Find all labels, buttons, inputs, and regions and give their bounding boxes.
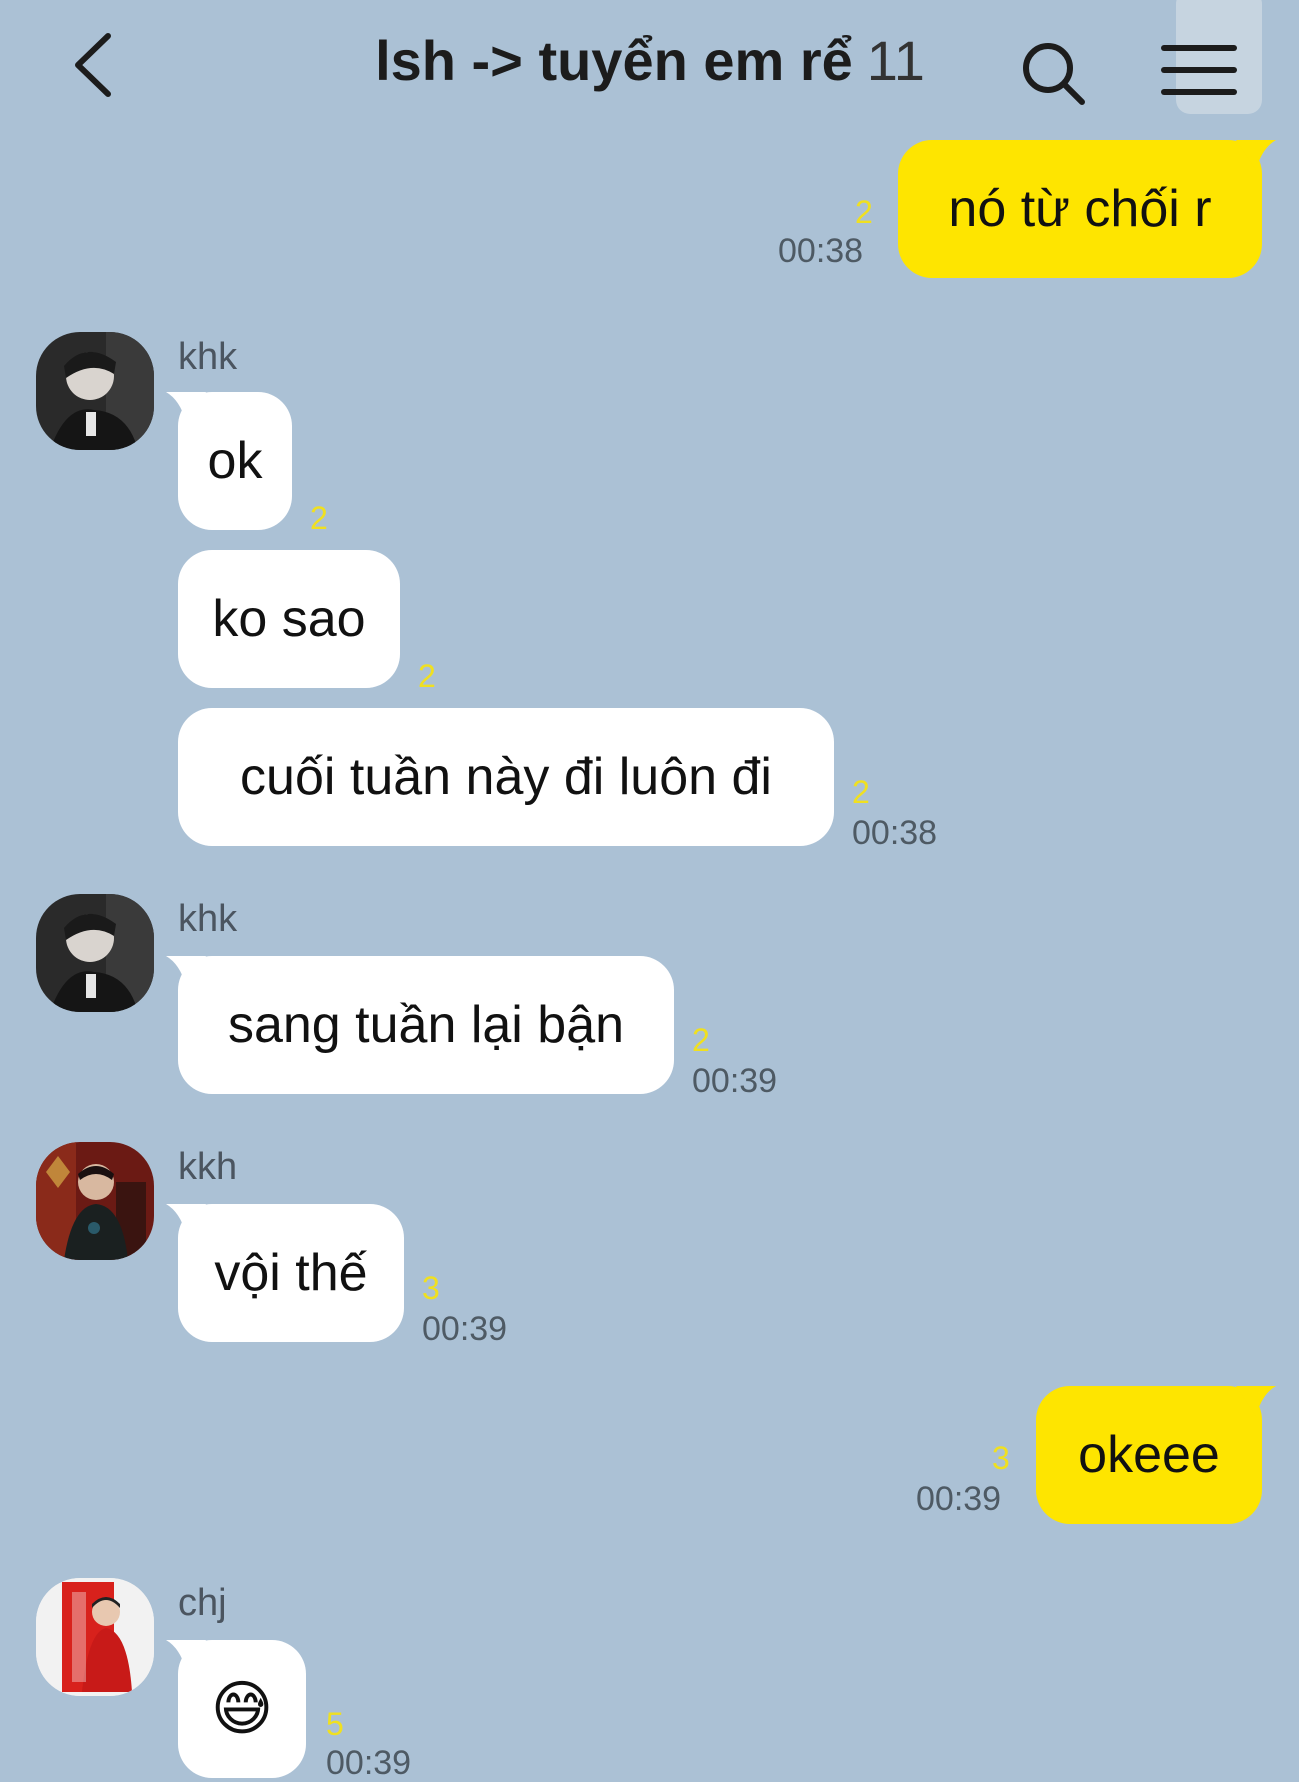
message-text: ok [207, 432, 263, 490]
unread-count: 3 [992, 1440, 1010, 1476]
unread-count: 3 [422, 1270, 440, 1306]
message-text: nó từ chối r [948, 180, 1212, 238]
search-icon [1023, 43, 1085, 105]
unread-count: 2 [310, 500, 328, 536]
sender-name: kkh [178, 1146, 238, 1188]
bubble-tail [1236, 1386, 1276, 1416]
avatar-khk[interactable] [36, 332, 154, 450]
avatar-image [36, 1578, 154, 1696]
unread-count: 2 [852, 774, 870, 810]
unread-count: 2 [418, 658, 436, 694]
message-text: sang tuần lại bận [227, 996, 625, 1054]
avatar-image [36, 894, 154, 1012]
message-bubble[interactable]: ko sao [178, 550, 400, 688]
message-bubble[interactable]: nó từ chối r [898, 140, 1262, 278]
bubble-tail [1236, 140, 1276, 170]
chevron-left-icon [75, 33, 111, 97]
message-bubble[interactable]: ok [178, 392, 292, 530]
message-time: 00:38 [778, 232, 864, 270]
message-text: vội thế [214, 1244, 368, 1302]
message-time: 00:39 [916, 1480, 1002, 1518]
grinning-sweat-emoji: 😅 [210, 1674, 274, 1744]
chat-title: lsh -> tuyển em rể 11 [300, 26, 1000, 96]
search-button[interactable] [1018, 38, 1088, 108]
unread-count: 2 [692, 1022, 710, 1058]
back-button[interactable] [62, 30, 122, 100]
message-bubble[interactable]: vội thế [178, 1204, 404, 1342]
avatar-image [36, 1142, 154, 1260]
message-bubble[interactable]: sang tuần lại bận [178, 956, 674, 1094]
chat-room-name: lsh -> tuyển em rể [375, 29, 853, 92]
hamburger-menu-icon [1161, 45, 1237, 95]
avatar-image [36, 332, 154, 450]
unread-count: 5 [326, 1706, 344, 1742]
unread-count: 2 [855, 194, 873, 230]
menu-button[interactable] [1150, 30, 1240, 110]
message-text: okeee [1078, 1426, 1220, 1484]
avatar-chj[interactable] [36, 1578, 154, 1696]
avatar-kkh[interactable] [36, 1142, 154, 1260]
message-bubble[interactable]: 😅 [178, 1640, 306, 1778]
avatar-khk[interactable] [36, 894, 154, 1012]
message-text: cuối tuần này đi luôn đi [240, 748, 772, 806]
sender-name: khk [178, 898, 238, 940]
message-time: 00:39 [422, 1310, 508, 1348]
sender-name: chj [178, 1582, 227, 1624]
message-bubble[interactable]: okeee [1036, 1386, 1262, 1524]
message-bubble[interactable]: cuối tuần này đi luôn đi [178, 708, 834, 846]
chat-header: lsh -> tuyển em rể 11 [0, 0, 1299, 128]
member-count: 11 [866, 29, 925, 92]
message-time: 00:39 [692, 1062, 778, 1100]
message-time: 00:39 [326, 1744, 412, 1782]
message-text: ko sao [212, 590, 366, 648]
sender-name: khk [178, 336, 238, 378]
message-time: 00:38 [852, 814, 938, 852]
